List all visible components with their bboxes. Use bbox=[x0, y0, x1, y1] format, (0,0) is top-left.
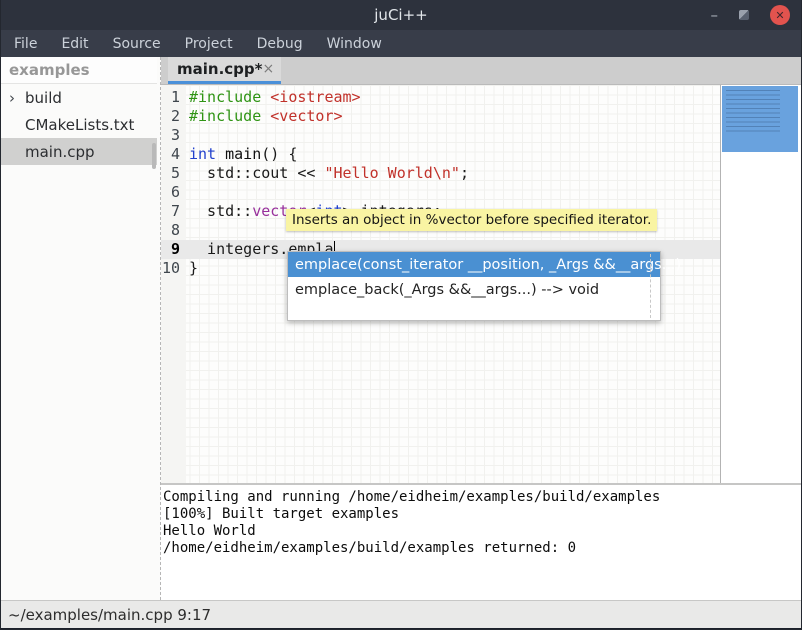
menu-edit[interactable]: Edit bbox=[49, 30, 100, 57]
line-number: 3 bbox=[161, 126, 186, 145]
code-line[interactable]: 3 bbox=[161, 126, 720, 145]
terminal-line: /home/eidheim/examples/build/examples re… bbox=[163, 540, 802, 557]
code-token: int bbox=[189, 145, 216, 163]
sidebar-scrollbar-thumb[interactable] bbox=[152, 143, 156, 169]
code-token: <vector> bbox=[270, 107, 342, 125]
code-token: () { bbox=[261, 145, 297, 163]
minimap-visible-region[interactable] bbox=[722, 86, 798, 152]
autocomplete-list: emplace(const_iterator __position, _Args… bbox=[288, 252, 660, 302]
code-token: ; bbox=[460, 164, 469, 182]
menu-source[interactable]: Source bbox=[101, 30, 173, 57]
line-number: 8 bbox=[161, 221, 186, 240]
sidebar-item-build[interactable]: ›build bbox=[1, 84, 157, 111]
project-folder-header: examples bbox=[1, 57, 157, 84]
tab-close-icon[interactable]: × bbox=[262, 62, 274, 76]
minimap[interactable] bbox=[720, 85, 802, 483]
file-tree: ›build CMakeLists.txt main.cpp bbox=[1, 84, 157, 165]
doc-tooltip: Inserts an object in %vector before spec… bbox=[286, 209, 657, 231]
menu-debug[interactable]: Debug bbox=[245, 30, 315, 57]
menu-project[interactable]: Project bbox=[173, 30, 245, 57]
status-file-position: ~/examples/main.cpp 9:17 bbox=[8, 606, 211, 624]
line-number: 2 bbox=[161, 107, 186, 126]
close-button[interactable]: ✕ bbox=[770, 5, 790, 25]
juci-window: juCi++ – ✕ FileEditSourceProjectDebugWin… bbox=[0, 0, 802, 630]
file-tree-panel: examples ›build CMakeLists.txt main.cpp bbox=[1, 57, 157, 600]
terminal-line: Compiling and running /home/eidheim/exam… bbox=[163, 489, 802, 506]
code-token: "Hello World\n" bbox=[324, 164, 459, 182]
code-token bbox=[216, 145, 225, 163]
code-token bbox=[261, 107, 270, 125]
tabbar: main.cpp* × bbox=[161, 57, 802, 85]
tab-label: main.cpp* bbox=[177, 60, 262, 78]
sidebar-item-label: build bbox=[25, 89, 62, 107]
autocomplete-item[interactable]: emplace(const_iterator __position, _Args… bbox=[288, 252, 660, 277]
code-lines: 1#include <iostream>2#include <vector>34… bbox=[161, 88, 720, 278]
titlebar[interactable]: juCi++ – ✕ bbox=[0, 0, 802, 30]
code-line[interactable]: 1#include <iostream> bbox=[161, 88, 720, 107]
code-line[interactable]: 4int main() { bbox=[161, 145, 720, 164]
code-text bbox=[186, 126, 189, 145]
autocomplete-popup: emplace(const_iterator __position, _Args… bbox=[287, 251, 661, 321]
line-number: 10 bbox=[161, 259, 186, 278]
code-text: } bbox=[186, 259, 198, 278]
autocomplete-scrollbar[interactable] bbox=[650, 254, 651, 318]
code-token: #include bbox=[189, 88, 261, 106]
code-text bbox=[186, 183, 189, 202]
code-token: #include bbox=[189, 107, 261, 125]
menubar: FileEditSourceProjectDebugWindow bbox=[0, 30, 802, 57]
code-line[interactable]: 5 std::cout << "Hello World\n"; bbox=[161, 164, 720, 183]
terminal-line: [100%] Built target examples bbox=[163, 506, 802, 523]
code-token: std::cout << bbox=[189, 164, 324, 182]
window-buttons: – ✕ bbox=[711, 0, 791, 30]
code-text: #include <vector> bbox=[186, 107, 343, 126]
menu-file[interactable]: File bbox=[2, 30, 49, 57]
tab-main-cpp[interactable]: main.cpp* × bbox=[168, 57, 281, 84]
code-token: std:: bbox=[189, 202, 252, 220]
statusbar: ~/examples/main.cpp 9:17 bbox=[0, 600, 802, 628]
code-token: <iostream> bbox=[270, 88, 360, 106]
line-number: 1 bbox=[161, 88, 186, 107]
line-number: 6 bbox=[161, 183, 186, 202]
code-text: int main() { bbox=[186, 145, 297, 164]
line-number: 4 bbox=[161, 145, 186, 164]
line-number: 7 bbox=[161, 202, 186, 221]
code-line[interactable]: 6 bbox=[161, 183, 720, 202]
chevron-right-icon[interactable]: › bbox=[9, 89, 23, 107]
terminal-line: Hello World bbox=[163, 523, 802, 540]
sidebar-item-cmakelists-txt[interactable]: CMakeLists.txt bbox=[1, 111, 157, 138]
line-number: 5 bbox=[161, 164, 186, 183]
code-text: std::cout << "Hello World\n"; bbox=[186, 164, 469, 183]
restore-icon[interactable] bbox=[739, 10, 749, 20]
code-token: main bbox=[225, 145, 261, 163]
autocomplete-item[interactable]: emplace_back(_Args &&__args...) --> void bbox=[288, 277, 660, 302]
code-text bbox=[186, 221, 189, 240]
minimap-code-lines bbox=[726, 90, 780, 132]
window-title: juCi++ bbox=[374, 6, 427, 24]
menu-window[interactable]: Window bbox=[315, 30, 394, 57]
code-editor[interactable]: 1#include <iostream>2#include <vector>34… bbox=[161, 85, 802, 483]
terminal-output[interactable]: Compiling and running /home/eidheim/exam… bbox=[161, 487, 802, 600]
sidebar-item-main-cpp[interactable]: main.cpp bbox=[1, 138, 157, 165]
line-number: 9 bbox=[161, 240, 186, 259]
sidebar-item-label: CMakeLists.txt bbox=[25, 116, 134, 134]
code-text: #include <iostream> bbox=[186, 88, 361, 107]
code-line[interactable]: 2#include <vector> bbox=[161, 107, 720, 126]
code-token: } bbox=[189, 259, 198, 277]
minimize-button[interactable]: – bbox=[711, 10, 719, 20]
sidebar-item-label: main.cpp bbox=[25, 143, 95, 161]
code-token bbox=[261, 88, 270, 106]
